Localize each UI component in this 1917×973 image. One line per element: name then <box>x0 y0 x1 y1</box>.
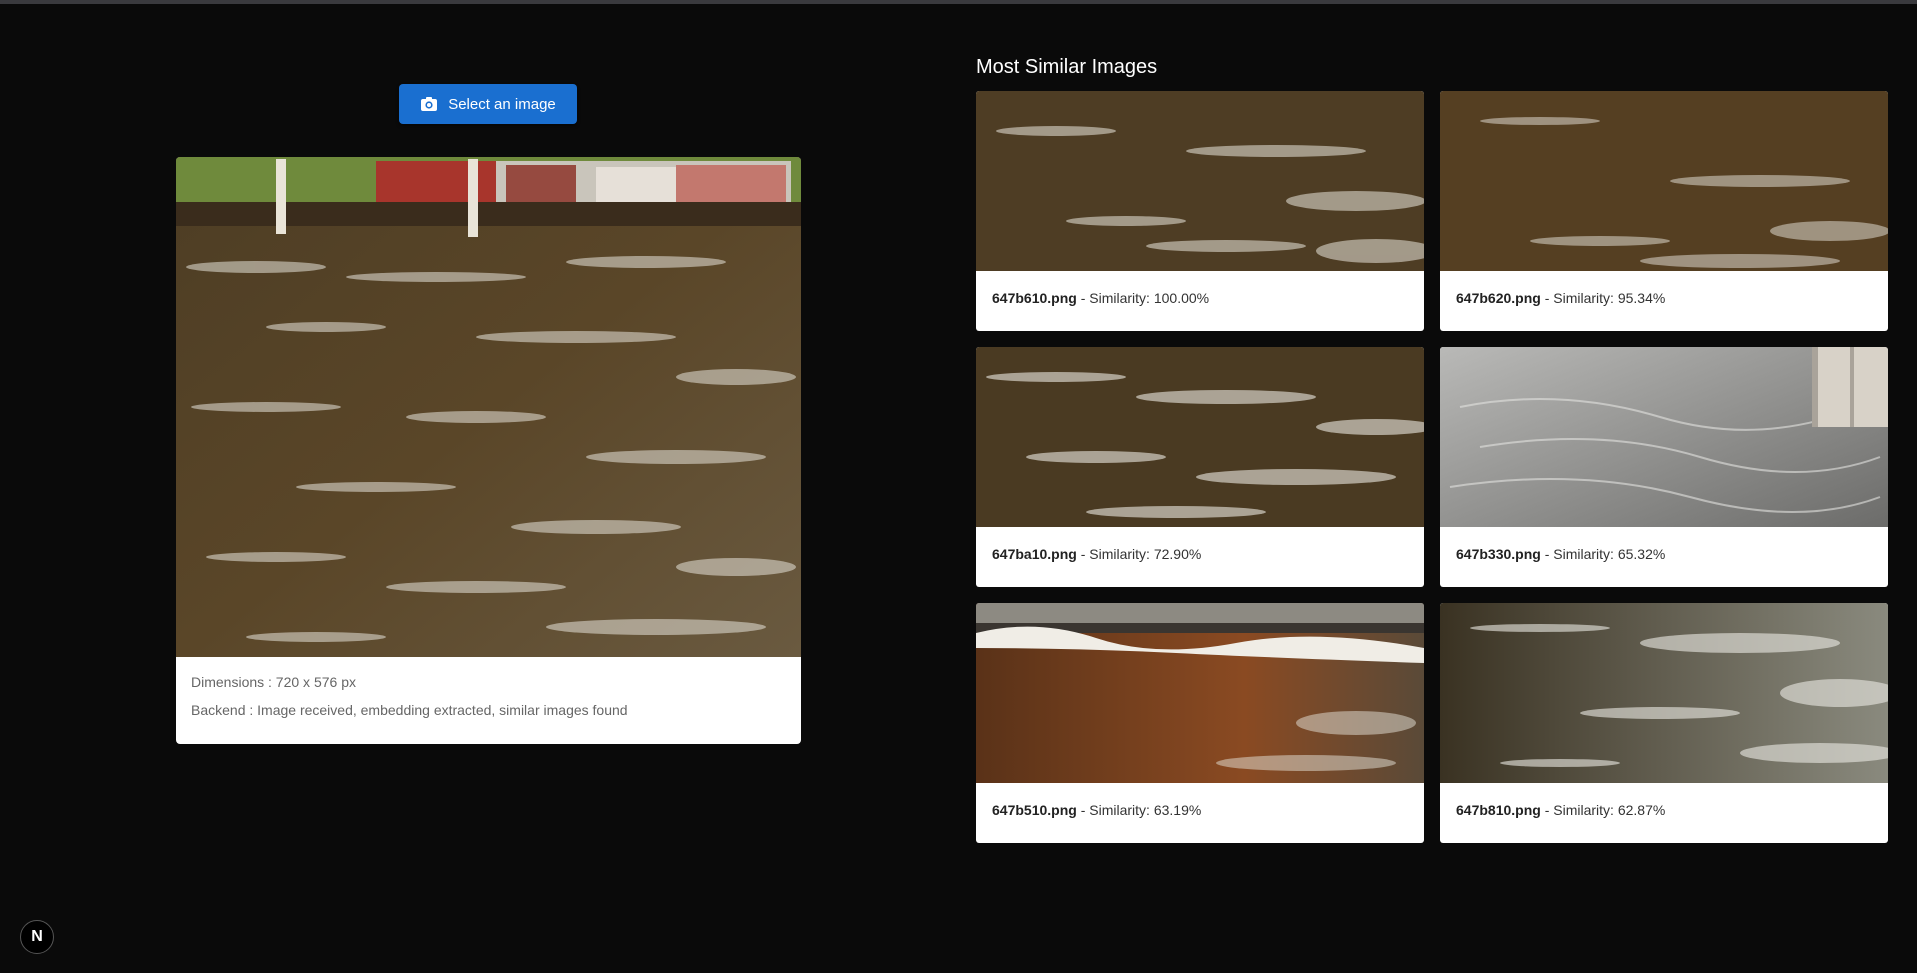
similarity-score: 100.00% <box>1153 290 1210 306</box>
nextjs-logo-icon[interactable]: N <box>20 920 54 954</box>
result-card[interactable]: 647b610.png - Similarity: 100.00% <box>976 91 1424 331</box>
most-similar-title: Most Similar Images <box>976 56 1158 78</box>
result-card[interactable]: 647b810.png - Similarity: 62.87% <box>1440 603 1888 843</box>
result-thumbnail <box>1440 603 1888 783</box>
similarity-prefix: Similarity: <box>1553 290 1618 306</box>
caption-separator: - <box>1540 802 1554 818</box>
similarity-prefix: Similarity: <box>1089 290 1154 306</box>
result-filename: 647ba10.png <box>992 546 1077 562</box>
result-card[interactable]: 647b510.png - Similarity: 63.19% <box>976 603 1424 843</box>
result-card[interactable]: 647b330.png - Similarity: 65.32% <box>1440 347 1888 587</box>
result-card[interactable]: 647ba10.png - Similarity: 72.90% <box>976 347 1424 587</box>
similar-images-grid: 647b610.png - Similarity: 100.00% 647b62… <box>976 91 1888 843</box>
result-caption: 647b330.png - Similarity: 65.32% <box>1456 546 1665 562</box>
caption-separator: - <box>1076 546 1090 562</box>
similarity-score: 62.87% <box>1617 802 1666 818</box>
caption-separator: - <box>1076 290 1090 306</box>
result-thumbnail <box>976 603 1424 783</box>
result-caption: 647b510.png - Similarity: 63.19% <box>992 802 1201 818</box>
similarity-score: 72.90% <box>1153 546 1202 562</box>
similarity-score: 95.34% <box>1617 290 1666 306</box>
result-filename: 647b330.png <box>1456 546 1541 562</box>
camera-icon <box>420 96 438 112</box>
uploaded-image-preview <box>176 157 801 657</box>
result-thumbnail <box>976 91 1424 271</box>
similarity-prefix: Similarity: <box>1089 802 1154 818</box>
result-caption: 647b610.png - Similarity: 100.00% <box>992 290 1209 306</box>
result-caption: 647b620.png - Similarity: 95.34% <box>1456 290 1665 306</box>
similarity-prefix: Similarity: <box>1553 546 1618 562</box>
result-caption: 647ba10.png - Similarity: 72.90% <box>992 546 1201 562</box>
result-filename: 647b620.png <box>1456 290 1541 306</box>
select-image-button[interactable]: Select an image <box>399 84 577 124</box>
result-thumbnail <box>1440 91 1888 271</box>
result-card[interactable]: 647b620.png - Similarity: 95.34% <box>1440 91 1888 331</box>
similarity-prefix: Similarity: <box>1089 546 1154 562</box>
caption-separator: - <box>1540 290 1554 306</box>
caption-separator: - <box>1076 802 1090 818</box>
caption-separator: - <box>1540 546 1554 562</box>
result-thumbnail <box>976 347 1424 527</box>
similarity-score: 63.19% <box>1153 802 1202 818</box>
uploaded-image-card: Dimensions : 720 x 576 px Backend : Imag… <box>176 157 801 744</box>
dev-badge-label: N <box>31 928 43 945</box>
result-filename: 647b810.png <box>1456 802 1541 818</box>
window-top-edge <box>0 0 1917 4</box>
similarity-score: 65.32% <box>1617 546 1666 562</box>
image-info: Dimensions : 720 x 576 px Backend : Imag… <box>191 673 628 729</box>
select-image-label: Select an image <box>448 95 556 113</box>
similarity-prefix: Similarity: <box>1553 802 1618 818</box>
result-caption: 647b810.png - Similarity: 62.87% <box>1456 802 1665 818</box>
result-thumbnail <box>1440 347 1888 527</box>
backend-status: Backend : Image received, embedding extr… <box>191 702 628 718</box>
image-dimensions: Dimensions : 720 x 576 px <box>191 674 356 690</box>
result-filename: 647b510.png <box>992 802 1077 818</box>
result-filename: 647b610.png <box>992 290 1077 306</box>
